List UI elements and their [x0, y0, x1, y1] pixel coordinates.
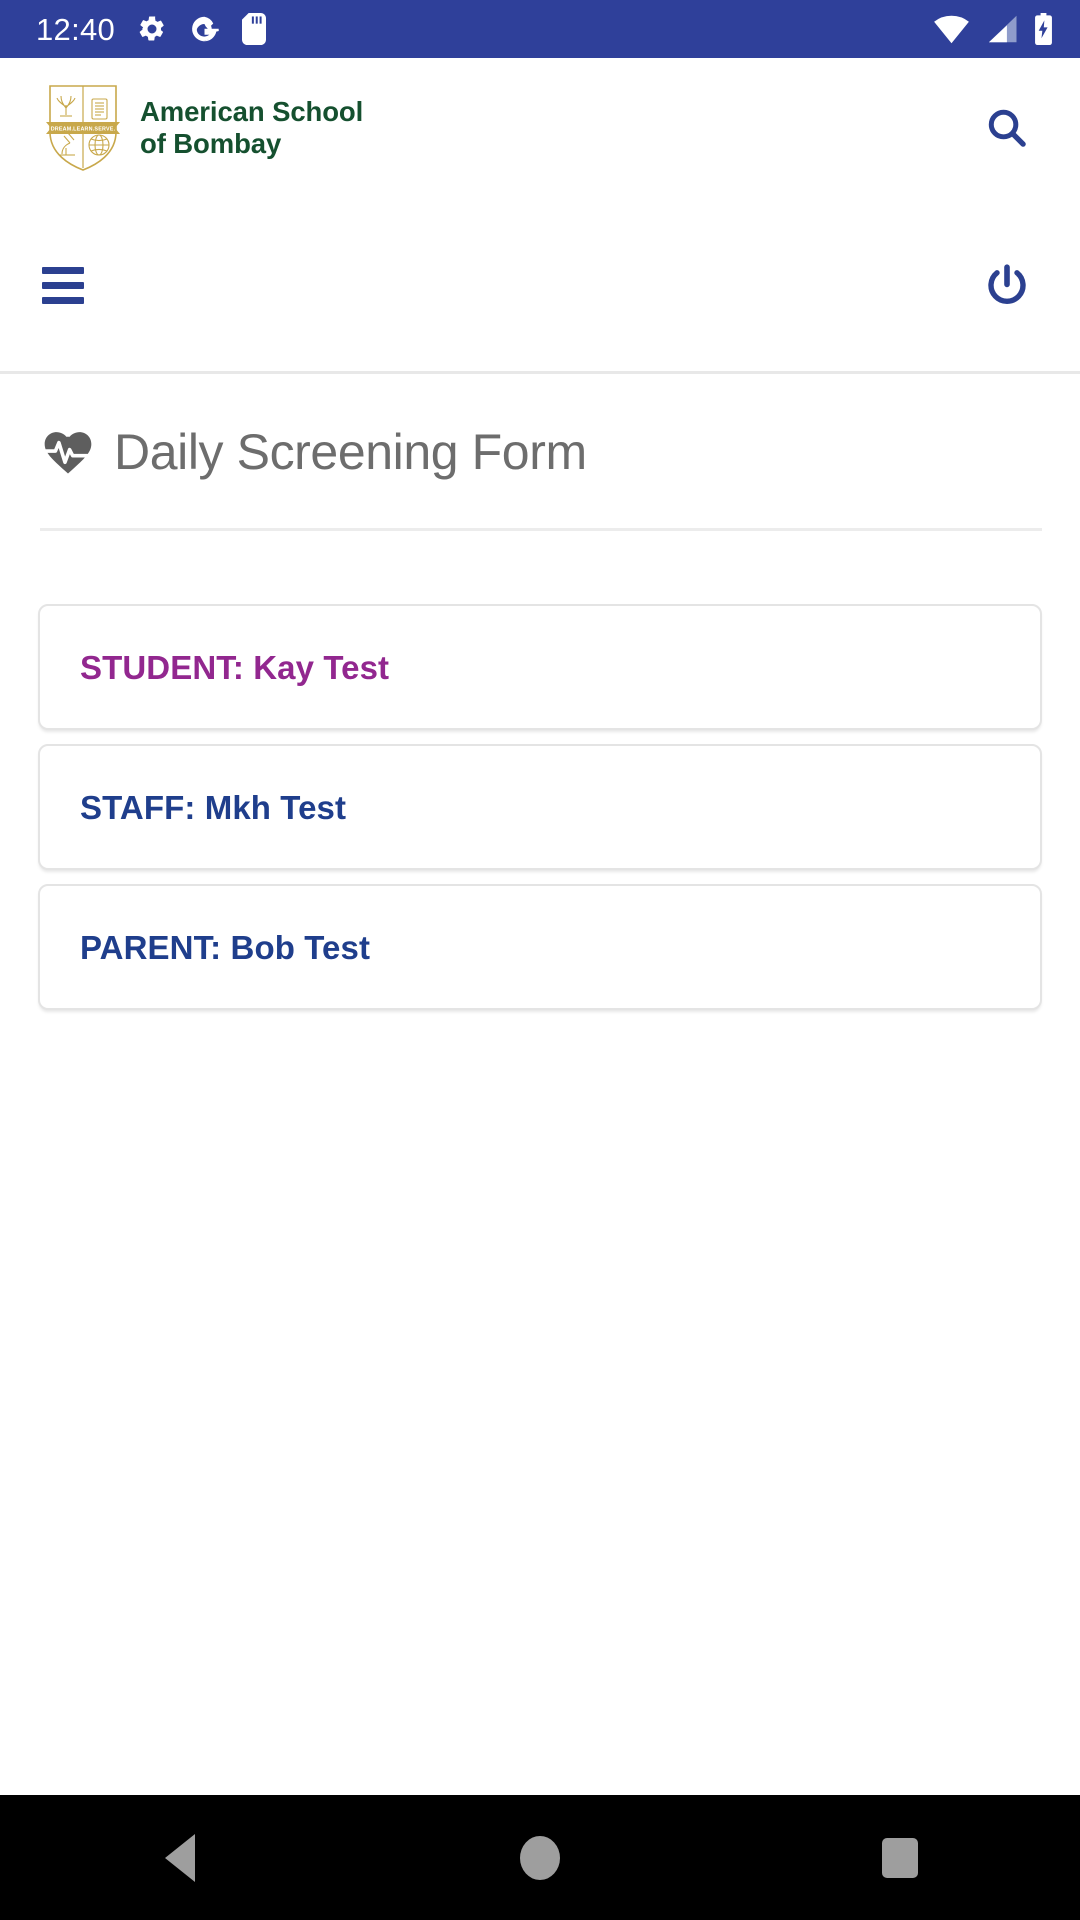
hamburger-bar [42, 297, 84, 304]
gear-icon [139, 16, 164, 41]
status-bar-left: 12:40 [36, 13, 933, 45]
cellular-signal-icon [988, 15, 1017, 43]
battery-charging-icon [1035, 13, 1052, 45]
list-item-label: STAFF: Mkh Test [80, 788, 347, 826]
page-title-row: Daily Screening Form [40, 424, 1040, 480]
hamburger-bar [42, 282, 84, 289]
list-item[interactable]: STUDENT: Kay Test [38, 604, 1042, 730]
brand-block[interactable]: DREAM.LEARN.SERVE. American School of Bo… [44, 82, 976, 174]
hamburger-bar [42, 267, 84, 274]
power-logout-icon [988, 263, 1026, 304]
google-icon [192, 16, 219, 42]
list-item-label: PARENT: Bob Test [80, 928, 371, 966]
svg-text:DREAM.LEARN.SERVE.: DREAM.LEARN.SERVE. [51, 127, 116, 133]
hamburger-menu-button[interactable] [38, 263, 88, 309]
status-bar: 12:40 [0, 0, 1080, 58]
list-item-label: STUDENT: Kay Test [80, 648, 390, 686]
screening-role-list: STUDENT: Kay Test STAFF: Mkh Test PARENT… [38, 604, 1042, 1024]
app-header: DREAM.LEARN.SERVE. American School of Bo… [0, 58, 1080, 198]
recents-square-icon [882, 1837, 918, 1878]
phone-screen: 12:40 DREAM.LEARN.SERVE. American School… [0, 0, 1080, 1920]
home-circle-icon [520, 1835, 560, 1880]
toolbar-divider [0, 371, 1080, 374]
list-item[interactable]: STAFF: Mkh Test [38, 744, 1042, 870]
home-button[interactable] [470, 1795, 610, 1920]
status-bar-clock: 12:40 [36, 11, 116, 47]
school-name: American School of Bombay [140, 95, 364, 159]
back-button[interactable] [110, 1795, 250, 1920]
wifi-icon [934, 15, 969, 44]
recents-button[interactable] [830, 1795, 970, 1920]
android-nav-bar [0, 1795, 1080, 1920]
title-divider [40, 528, 1042, 531]
sd-card-icon [242, 13, 267, 45]
school-crest-logo: DREAM.LEARN.SERVE. [46, 85, 120, 171]
power-logout-button[interactable] [976, 255, 1038, 317]
list-item[interactable]: PARENT: Bob Test [38, 884, 1042, 1010]
heart-pulse-icon [44, 432, 92, 474]
page-toolbar [0, 198, 1080, 373]
page-title: Daily Screening Form [114, 424, 587, 480]
search-button[interactable] [976, 97, 1038, 159]
back-triangle-icon [165, 1833, 195, 1882]
status-bar-right [933, 13, 1054, 45]
search-icon [988, 109, 1026, 147]
